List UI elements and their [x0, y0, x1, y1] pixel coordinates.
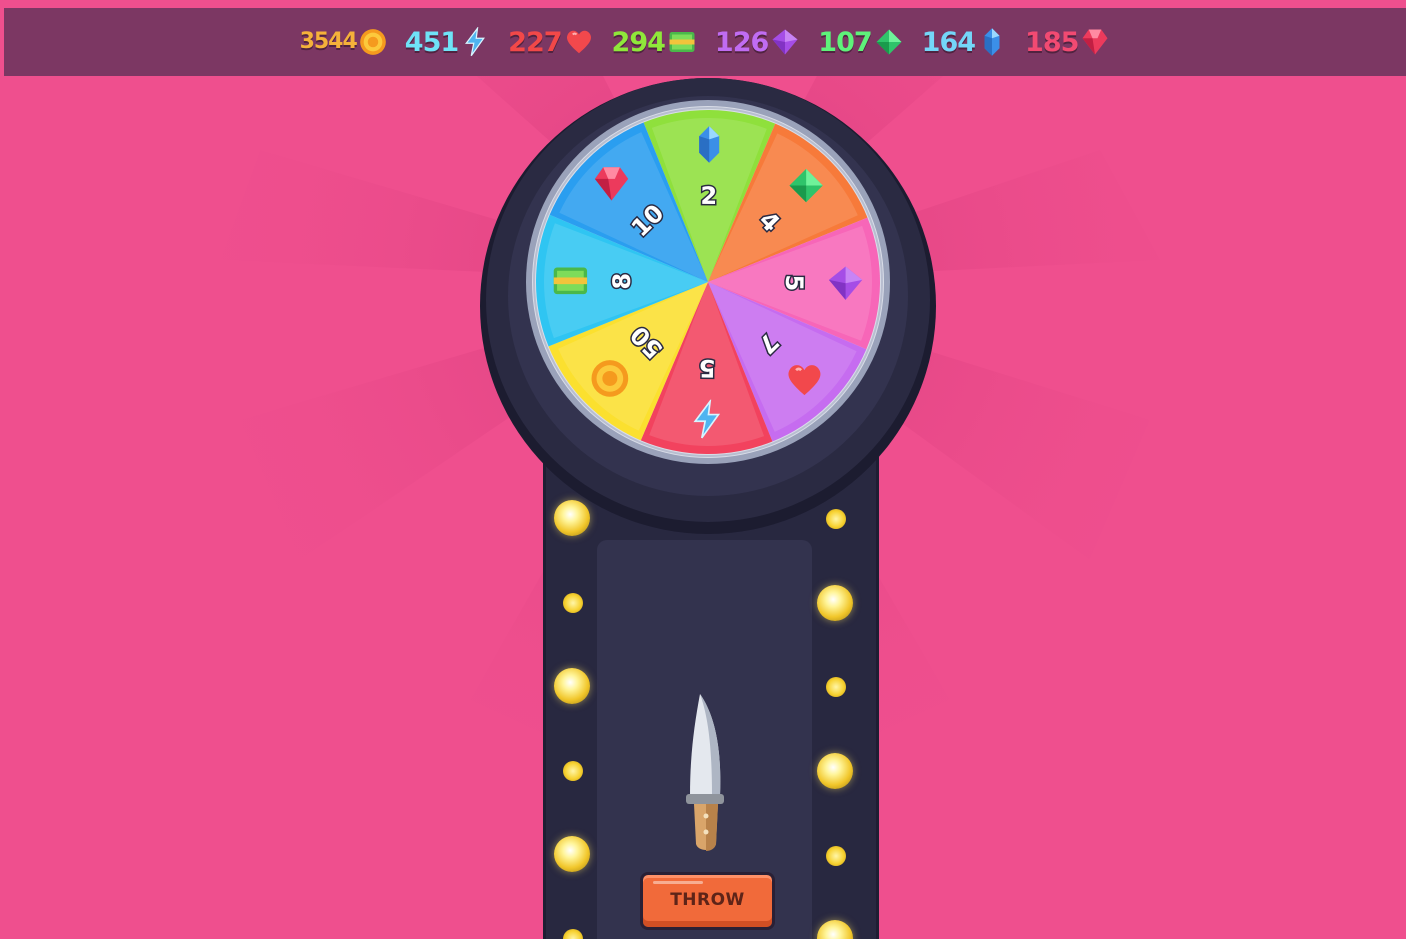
light-bulb: [563, 593, 583, 613]
light-bulb: [817, 753, 853, 789]
button-shine: [653, 881, 703, 884]
light-bulb: [826, 677, 846, 697]
purple-gem-icon: [770, 27, 800, 57]
resource-cash: 294: [612, 27, 697, 57]
ruby-icon: [1080, 27, 1110, 57]
resource-coins: 3544: [300, 28, 387, 56]
resource-value: 294: [611, 26, 666, 58]
light-bulb: [563, 761, 583, 781]
resource-value: 126: [714, 26, 769, 58]
resource-purple-gems: 126: [715, 27, 800, 57]
wheel-segment-label: 8: [608, 273, 636, 290]
blue-crystal-icon: [977, 27, 1007, 57]
resource-value: 451: [404, 26, 459, 58]
light-bulb: [826, 846, 846, 866]
prize-wheel: 2457550810: [480, 78, 936, 534]
cash-icon: [667, 27, 697, 57]
light-bulb: [554, 668, 590, 704]
resource-hearts: 227: [508, 27, 593, 57]
throw-button[interactable]: THROW: [640, 872, 775, 930]
resource-value: 227: [508, 26, 562, 58]
light-bulb: [554, 836, 590, 872]
coin-icon: [359, 28, 387, 56]
lightning-icon: [460, 27, 490, 57]
game-screen: 3544 451 227 294 126 107 164 185 2 4 5 7 5 50 8 10 THR: [0, 0, 1406, 939]
wheel-segment-label: 5: [780, 274, 808, 291]
throw-button-label: THROW: [670, 890, 745, 910]
resource-value: 107: [818, 26, 872, 58]
green-gem-icon: [874, 27, 904, 57]
resource-value: 3544: [299, 29, 358, 54]
heart-icon: [564, 27, 594, 57]
light-bulb: [817, 585, 853, 621]
resource-energy: 451: [405, 27, 490, 57]
resource-value: 164: [921, 26, 976, 58]
knife[interactable]: [680, 686, 740, 856]
resource-bar: 3544 451 227 294 126 107 164 185: [4, 8, 1406, 76]
resource-green-gems: 107: [818, 27, 903, 57]
resource-rubies: 185: [1025, 27, 1110, 57]
resource-value: 185: [1025, 26, 1079, 58]
wheel-segment-label: 2: [700, 182, 717, 210]
wheel-segment-label: 5: [699, 354, 716, 382]
resource-blue-crystals: 164: [922, 27, 1007, 57]
coin-icon: [591, 360, 629, 397]
cash-icon: [553, 267, 588, 295]
